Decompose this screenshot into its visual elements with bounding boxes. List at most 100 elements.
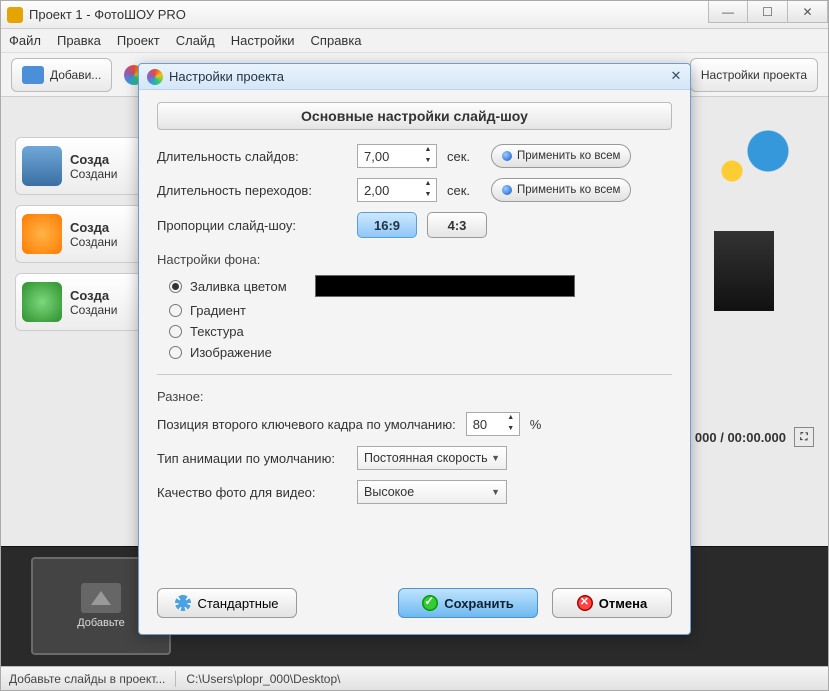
close-button[interactable]: ✕ [788, 1, 828, 23]
bg-gradient-label: Градиент [190, 303, 246, 318]
main-window: Проект 1 - ФотоШОУ PRO — ☐ ✕ Файл Правка… [0, 0, 829, 691]
menu-settings[interactable]: Настройки [231, 33, 295, 48]
aspect-169-button[interactable]: 16:9 [357, 212, 417, 238]
animation-type-label: Тип анимации по умолчанию: [157, 451, 347, 466]
window-title: Проект 1 - ФотоШОУ PRO [29, 7, 186, 22]
lc3-sub: Создани [70, 303, 117, 317]
lc1-title: Созда [70, 152, 117, 167]
palette-icon [147, 69, 163, 85]
project-settings-button[interactable]: Настройки проекта [690, 58, 818, 92]
apply-all-label: Применить ко всем [517, 184, 620, 196]
photo-quality-label: Качество фото для видео: [157, 485, 347, 500]
status-path: C:\Users\plopr_000\Desktop\ [186, 672, 340, 686]
chevron-down-icon: ▼ [491, 453, 500, 463]
left-card-2[interactable]: СоздаСоздани [15, 205, 155, 263]
keyframe-position-input[interactable]: 80 ▲▼ [466, 412, 520, 436]
transition-duration-label: Длительность переходов: [157, 183, 347, 198]
bg-gradient-radio[interactable] [169, 304, 182, 317]
spin-up-icon[interactable]: ▲ [420, 145, 436, 156]
maximize-button[interactable]: ☐ [748, 1, 788, 23]
check-icon [422, 595, 438, 611]
save-button[interactable]: Сохранить [398, 588, 538, 618]
section-main-header: Основные настройки слайд-шоу [157, 102, 672, 130]
cancel-label: Отмена [599, 596, 647, 611]
bg-image-radio[interactable] [169, 346, 182, 359]
dialog-close-button[interactable]: ✕ [668, 69, 684, 85]
menu-edit[interactable]: Правка [57, 33, 101, 48]
fullscreen-icon[interactable]: ⛶ [794, 427, 814, 447]
slide-duration-input[interactable]: 7,00 ▲▼ [357, 144, 437, 168]
cancel-button[interactable]: Отмена [552, 588, 672, 618]
bg-color-swatch[interactable] [315, 275, 575, 297]
keyframe-position-label: Позиция второго ключевого кадра по умолч… [157, 417, 456, 432]
bg-image-label: Изображение [190, 345, 272, 360]
sphere-icon [502, 185, 512, 195]
status-hint: Добавьте слайды в проект... [9, 672, 165, 686]
menubar: Файл Правка Проект Слайд Настройки Справ… [1, 29, 828, 53]
app-icon [7, 7, 23, 23]
camera-icon [22, 66, 44, 84]
defaults-button[interactable]: Стандартные [157, 588, 297, 618]
sphere-icon [502, 151, 512, 161]
gear-icon [175, 595, 191, 611]
left-card-3[interactable]: СоздаСоздани [15, 273, 155, 331]
percent-unit: % [530, 417, 542, 432]
aspect-ratio-label: Пропорции слайд-шоу: [157, 218, 347, 233]
fire-icon [22, 214, 62, 254]
time-display: 000 / 00:00.000 ⛶ [695, 427, 814, 447]
minimize-button[interactable]: — [708, 1, 748, 23]
chevron-down-icon: ▼ [491, 487, 500, 497]
music-slides-icon [22, 146, 62, 186]
apply-all-label: Применить ко всем [517, 150, 620, 162]
defaults-label: Стандартные [197, 596, 278, 611]
image-placeholder-icon [81, 583, 121, 613]
statusbar: Добавьте слайды в проект... C:\Users\plo… [1, 666, 828, 690]
divider [157, 374, 672, 375]
background-group-label: Настройки фона: [157, 252, 672, 267]
slide-duration-value: 7,00 [364, 149, 389, 164]
left-card-1[interactable]: СоздаСоздани [15, 137, 155, 195]
menu-file[interactable]: Файл [9, 33, 41, 48]
time-text: 000 / 00:00.000 [695, 430, 786, 445]
spin-up-icon[interactable]: ▲ [503, 413, 519, 424]
bg-color-radio[interactable] [169, 280, 182, 293]
spin-down-icon[interactable]: ▼ [503, 424, 519, 435]
aspect-43-button[interactable]: 4:3 [427, 212, 487, 238]
bg-texture-radio[interactable] [169, 325, 182, 338]
dialog-titlebar: Настройки проекта ✕ [139, 64, 690, 90]
lc2-title: Созда [70, 220, 117, 235]
bg-texture-label: Текстура [190, 324, 244, 339]
menu-help[interactable]: Справка [311, 33, 362, 48]
transition-duration-input[interactable]: 2,00 ▲▼ [357, 178, 437, 202]
status-separator [175, 671, 176, 687]
project-settings-dialog: Настройки проекта ✕ Основные настройки с… [138, 63, 691, 635]
spin-up-icon[interactable]: ▲ [420, 179, 436, 190]
apply-all-slide-duration-button[interactable]: Применить ко всем [491, 144, 631, 168]
menu-slide[interactable]: Слайд [176, 33, 215, 48]
left-panel: СоздаСоздани СоздаСоздани СоздаСоздани [15, 137, 155, 331]
apply-all-transition-duration-button[interactable]: Применить ко всем [491, 178, 631, 202]
dialog-title: Настройки проекта [169, 69, 284, 84]
add-button-label: Добави... [50, 68, 101, 82]
save-label: Сохранить [444, 596, 514, 611]
project-settings-label: Настройки проекта [701, 68, 807, 82]
timeline-placeholder-text: Добавьте [77, 617, 125, 629]
lc1-sub: Создани [70, 167, 117, 181]
spin-down-icon[interactable]: ▼ [420, 156, 436, 167]
animation-type-value: Постоянная скорость [364, 451, 488, 465]
bg-color-label: Заливка цветом [190, 279, 287, 294]
photo-quality-value: Высокое [364, 485, 414, 499]
animation-type-select[interactable]: Постоянная скорость ▼ [357, 446, 507, 470]
menu-project[interactable]: Проект [117, 33, 160, 48]
globe-icon [22, 282, 62, 322]
seconds-unit: сек. [447, 183, 481, 198]
preview-thumbnail [684, 111, 804, 311]
spin-down-icon[interactable]: ▼ [420, 190, 436, 201]
dialog-body: Основные настройки слайд-шоу Длительност… [139, 90, 690, 526]
add-button[interactable]: Добави... [11, 58, 112, 92]
misc-group-label: Разное: [157, 389, 672, 404]
preview-area [684, 111, 814, 411]
photo-quality-select[interactable]: Высокое ▼ [357, 480, 507, 504]
titlebar: Проект 1 - ФотоШОУ PRO — ☐ ✕ [1, 1, 828, 29]
seconds-unit: сек. [447, 149, 481, 164]
